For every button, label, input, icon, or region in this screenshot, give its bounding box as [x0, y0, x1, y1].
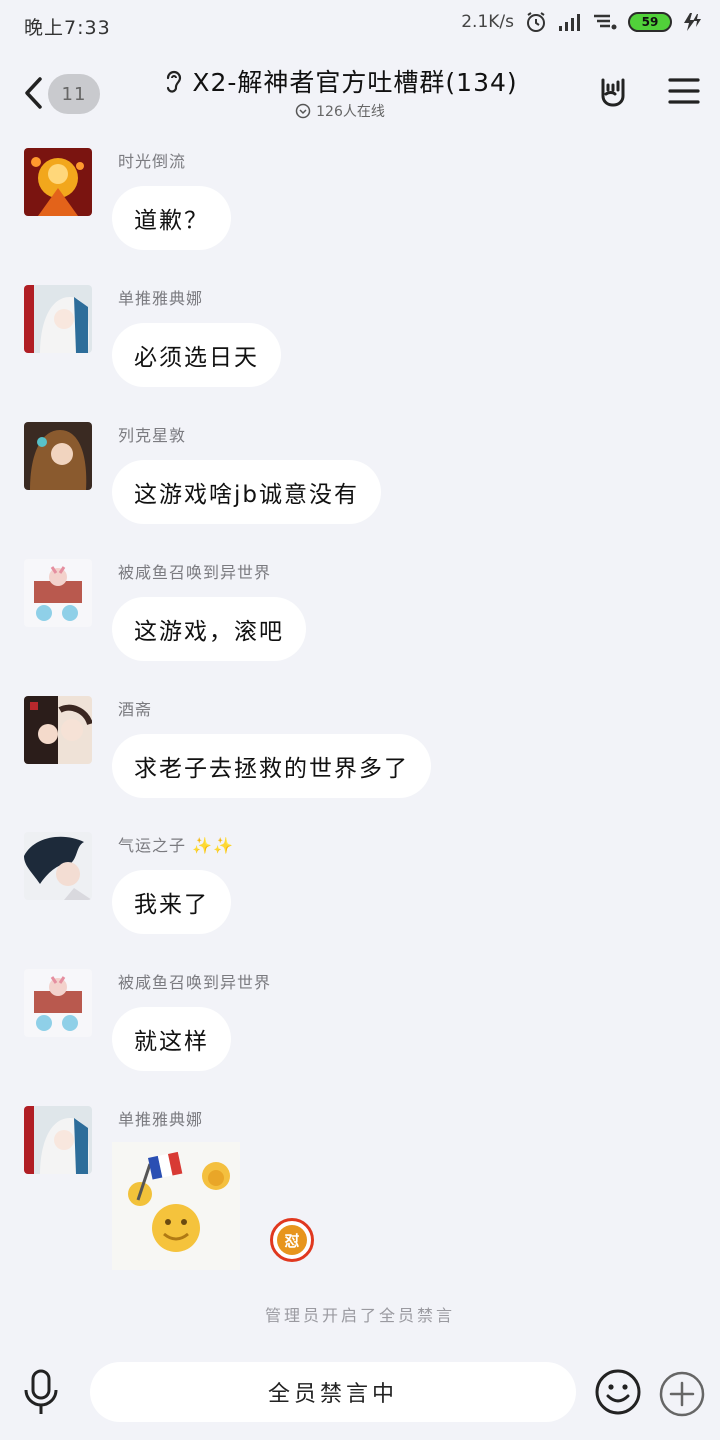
menu-icon [668, 78, 700, 104]
avatar-fiery-character[interactable] [24, 148, 92, 216]
battery-indicator: 59 [628, 12, 672, 32]
add-button[interactable] [658, 1370, 706, 1422]
avatar-white-haired-girl[interactable] [24, 285, 92, 353]
smile-icon [595, 1369, 641, 1415]
online-count: 126人在线 [316, 104, 385, 120]
system-notice: 管理员开启了全员禁言 [264, 1306, 455, 1325]
wifi-icon [592, 12, 618, 32]
muted-input-field[interactable]: 全员禁言中 [90, 1362, 576, 1422]
sender-name: 列克星敦 [118, 426, 187, 445]
message-bubble[interactable]: 求老子去拯救的世界多了 [112, 734, 431, 798]
message-bubble[interactable]: 这游戏，滚吧 [112, 597, 306, 661]
plus-icon [659, 1371, 705, 1417]
ear-icon [167, 70, 182, 93]
charging-icon [682, 12, 702, 32]
sender-name: 被咸鱼召唤到异世界 [118, 563, 272, 582]
avatar-two-characters[interactable] [24, 696, 92, 764]
seal-emoji-text: 怼 [277, 1225, 307, 1255]
french-flag-emoji-sticker[interactable] [112, 1142, 240, 1270]
mic-icon [24, 1369, 58, 1414]
online-status[interactable]: 126人在线 [240, 100, 440, 122]
alarm-icon [524, 10, 548, 34]
rock-hand-icon [601, 78, 625, 107]
input-bar: 全员禁言中 [0, 1350, 720, 1440]
sender-name: 单推雅典娜 [118, 289, 204, 308]
seal-emoji-badge: 怼 [270, 1218, 314, 1262]
message-bubble[interactable]: 必须选日天 [112, 323, 281, 387]
avatar-white-haired-girl[interactable] [24, 1106, 92, 1174]
message-bubble[interactable]: 这游戏啥jb诚意没有 [112, 460, 381, 524]
sender-name: 气运之子 ✨✨ [118, 836, 234, 855]
status-bar: 晚上7:33 2.1K/s 59 [0, 0, 720, 52]
sparkle-emoji: ✨✨ [192, 836, 234, 855]
chat-header: 11 X2-解神者官方吐槽群(134) 126人在线 [0, 52, 720, 132]
emoji-button[interactable] [594, 1368, 642, 1420]
message-bubble[interactable]: 我来了 [112, 870, 231, 934]
avatar-chibi-character[interactable] [24, 969, 92, 1037]
net-speed: 2.1K/s [461, 12, 514, 32]
menu-button[interactable] [668, 76, 700, 110]
message-bubble[interactable]: 就这样 [112, 1007, 231, 1071]
title-row[interactable]: X2-解神者官方吐槽群(134) [150, 64, 530, 98]
message-bubble[interactable]: 道歉？ [112, 186, 231, 250]
sender-name: 单推雅典娜 [118, 1110, 204, 1129]
signal-icon [558, 12, 582, 32]
avatar-brown-haired-girl[interactable] [24, 422, 92, 490]
chevron-down-circle-icon [295, 103, 311, 119]
avatar-chibi-character[interactable] [24, 559, 92, 627]
unread-count-badge[interactable]: 11 [48, 74, 100, 114]
back-icon [25, 77, 42, 109]
status-time: 晚上7:33 [24, 17, 111, 39]
back-button[interactable] [22, 76, 44, 114]
rock-hand-button[interactable] [596, 74, 630, 112]
group-title: X2-解神者官方吐槽群(134) [192, 68, 518, 97]
sender-name: 时光倒流 [118, 152, 187, 171]
avatar-dark-haired-character[interactable] [24, 832, 92, 900]
sender-name: 被咸鱼召唤到异世界 [118, 973, 272, 992]
voice-button[interactable] [22, 1368, 60, 1420]
sender-name: 酒斋 [118, 700, 153, 719]
status-indicators: 2.1K/s 59 [461, 10, 702, 34]
